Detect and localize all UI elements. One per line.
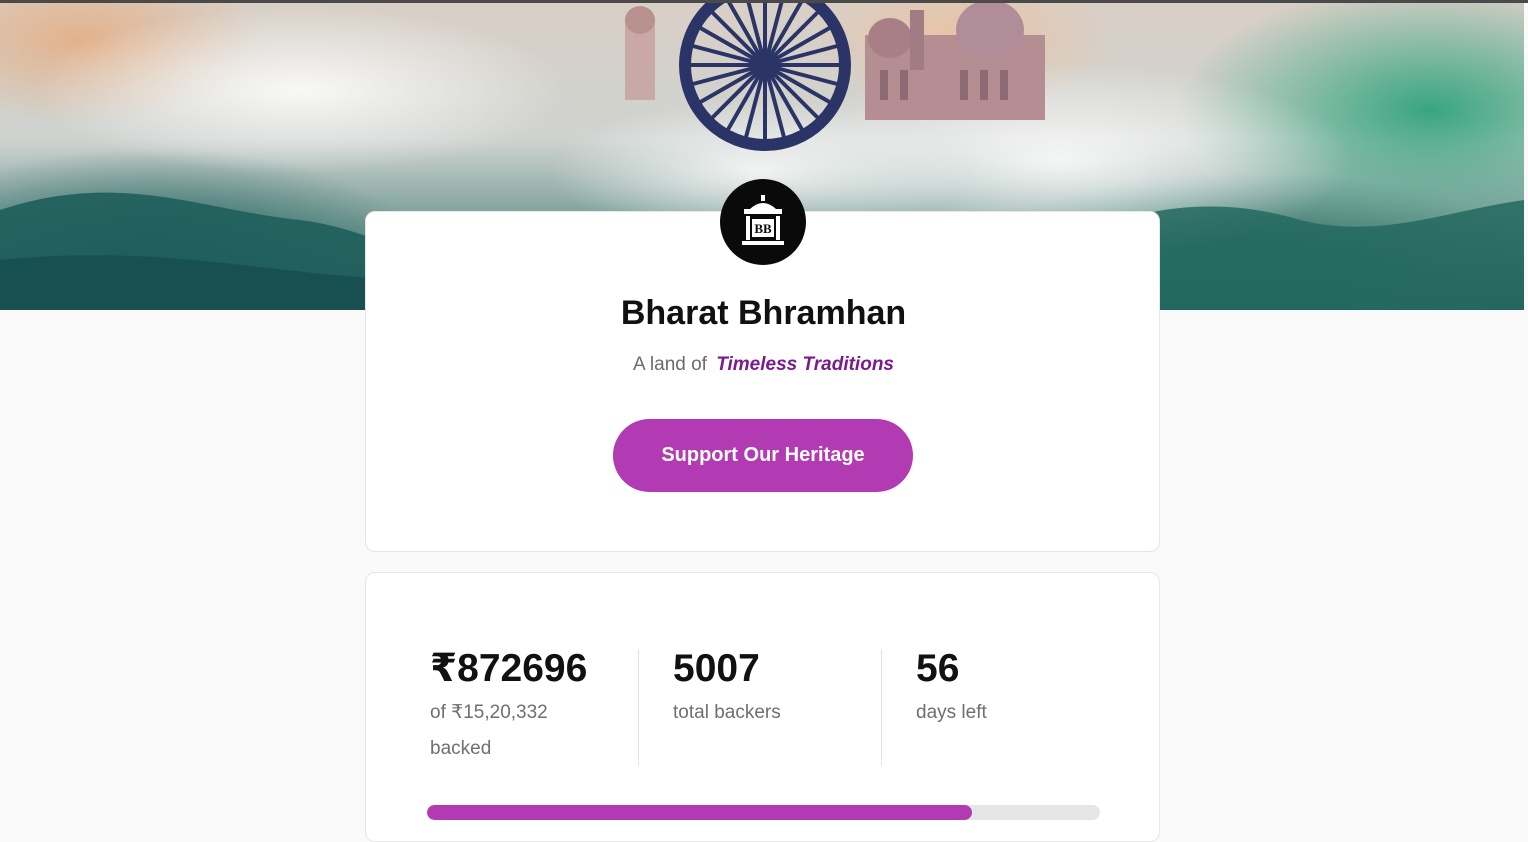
stat-pledged: ₹872696 of ₹15,20,332 backed [430, 645, 640, 767]
stat-divider [638, 649, 639, 766]
stat-backers: 5007 total backers [673, 645, 883, 731]
funding-progress-bar [427, 805, 1100, 820]
days-label: days left [916, 702, 987, 723]
funding-progress-fill [427, 805, 973, 820]
tagline-highlight: Timeless Traditions [716, 354, 894, 375]
support-heritage-button[interactable]: Support Our Heritage [613, 419, 913, 492]
campaign-tagline: A land of Timeless Traditions [366, 354, 1161, 376]
stat-days-left: 56 days left [916, 645, 1126, 731]
pledged-label: backed [430, 738, 492, 759]
ashoka-chakra-icon [679, 0, 851, 151]
backers-label: total backers [673, 702, 781, 723]
funding-stats-card: ₹872696 of ₹15,20,332 backed 5007 total … [365, 572, 1160, 842]
backers-count: 5007 [673, 647, 760, 690]
tagline-prefix: A land of [633, 354, 707, 375]
stat-divider [881, 649, 882, 766]
top-border [0, 0, 1528, 3]
days-count: 56 [916, 647, 960, 690]
logo-monogram: BB [754, 221, 772, 236]
campaign-logo: BB [720, 179, 806, 265]
temple-logo-icon: BB [742, 195, 784, 245]
campaign-title: Bharat Bhramhan [620, 294, 907, 332]
pledged-goal: of ₹15,20,332 [430, 702, 548, 723]
pledged-amount: ₹872696 [430, 647, 588, 690]
